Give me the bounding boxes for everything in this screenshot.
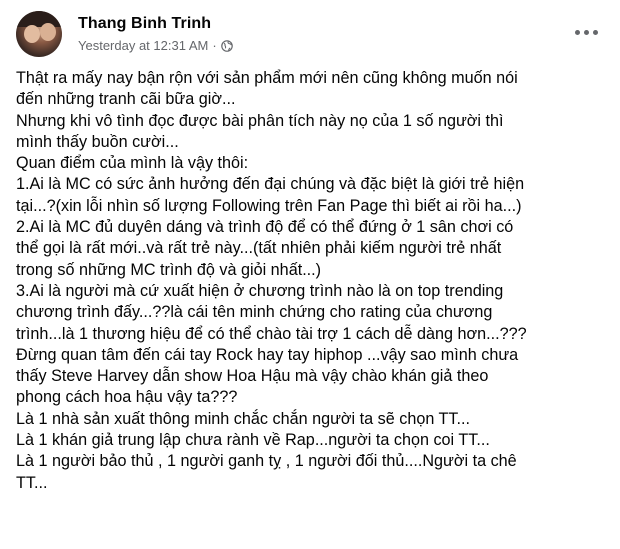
post-text-line: 2.Ai là MC đủ duyên dáng và trình độ để … xyxy=(16,218,514,237)
post-text-line: Là 1 người bảo thủ , 1 người ganh tỵ , 1… xyxy=(16,452,517,471)
post-text-line: Thật ra mấy nay bận rộn với sản phẩm mới… xyxy=(16,69,518,87)
post-text-line: 1.Ai là MC có sức ảnh hưởng đến đại chún… xyxy=(16,175,525,194)
post-text-line: chương trình đấy...??là cái tên minh chứ… xyxy=(16,303,493,322)
post-text-line: tại...?(xin lỗi nhìn số lượng Following … xyxy=(16,196,522,215)
separator-dot: · xyxy=(212,38,217,53)
facebook-post: Thang Binh Trinh Yesterday at 12:31 AM ·… xyxy=(0,0,620,549)
avatar[interactable] xyxy=(16,11,62,57)
more-horizontal-icon xyxy=(574,29,580,35)
post-text-line: TT... xyxy=(16,473,48,492)
post-text-line: trình...là 1 thương hiệu để có thể chào … xyxy=(16,324,527,343)
more-options-button[interactable] xyxy=(568,18,604,46)
more-horizontal-icon xyxy=(592,29,598,35)
post-text-line: Là 1 nhà sản xuất thông minh chắc chắn n… xyxy=(16,409,470,428)
post-content: Thật ra mấy nay bận rộn với sản phẩm mới… xyxy=(16,68,612,494)
more-horizontal-icon xyxy=(583,29,589,35)
post-text-line: Quan điểm của mình là vậy thôi: xyxy=(16,154,249,173)
author-name[interactable]: Thang Binh Trinh xyxy=(78,14,233,34)
post-text-line: đến những tranh cãi bữa giờ... xyxy=(16,90,236,109)
post-text-line: mình thấy buồn cười... xyxy=(16,132,179,151)
globe-icon[interactable] xyxy=(220,40,233,52)
post-subline: Yesterday at 12:31 AM · xyxy=(78,38,233,54)
post-timestamp[interactable]: Yesterday at 12:31 AM xyxy=(78,38,208,54)
post-text-line: thấy Steve Harvey dẫn show Hoa Hậu mà vậ… xyxy=(16,367,489,386)
post-text-line: 3.Ai là người mà cứ xuất hiện ở chương t… xyxy=(16,281,504,300)
post-text-line: Đừng quan tâm đến cái tay Rock hay tay h… xyxy=(16,345,519,364)
post-text-line: Nhưng khi vô tình đọc được bài phân tích… xyxy=(16,111,504,130)
post-header: Thang Binh Trinh Yesterday at 12:31 AM · xyxy=(16,8,233,60)
avatar-face-right xyxy=(40,23,56,41)
post-text-line: trong số những MC trình độ và giỏi nhất.… xyxy=(16,260,322,279)
avatar-face-left xyxy=(24,25,40,43)
post-text-line: Là 1 khán giả trung lập chưa rành về Rap… xyxy=(16,431,490,450)
post-text-line: phong cách hoa hậu vậy ta??? xyxy=(16,388,238,407)
post-meta: Thang Binh Trinh Yesterday at 12:31 AM · xyxy=(78,14,233,54)
post-text-line: thể gọi là rất mới..và rất trẻ này...(tấ… xyxy=(16,239,502,258)
avatar-hair xyxy=(16,11,62,27)
